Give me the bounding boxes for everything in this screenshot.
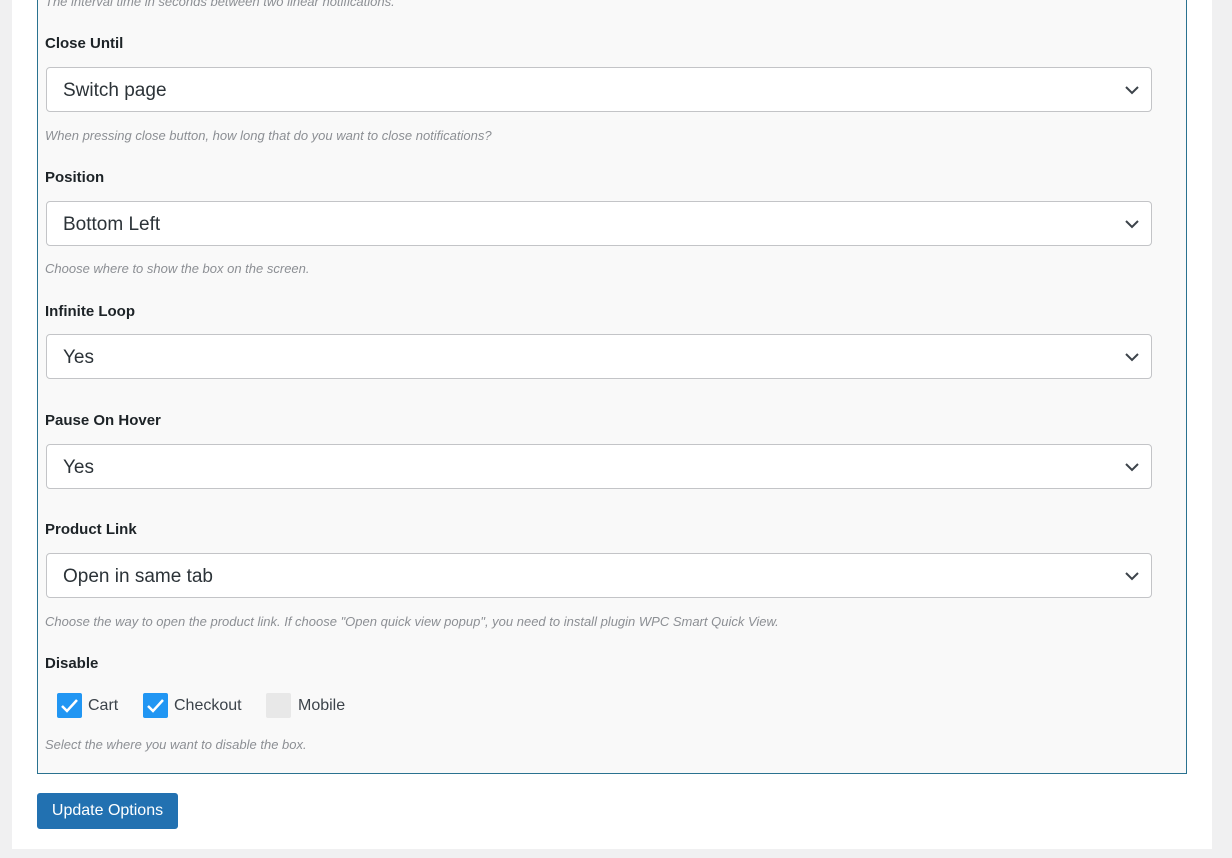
close-until-value: Switch page xyxy=(63,80,167,101)
pause-on-hover-value: Yes xyxy=(63,457,94,478)
checkmark-icon xyxy=(147,699,164,713)
mobile-checkbox-label[interactable]: Mobile xyxy=(298,697,345,715)
position-select[interactable]: Bottom Left xyxy=(46,201,1152,246)
checkmark-icon xyxy=(61,699,78,713)
chevron-down-icon xyxy=(1125,86,1139,95)
disable-label: Disable xyxy=(45,655,99,672)
position-value: Bottom Left xyxy=(63,214,161,235)
disable-description: Select the where you want to disable the… xyxy=(45,737,307,752)
chevron-down-icon xyxy=(1125,463,1139,472)
infinite-loop-value: Yes xyxy=(63,347,94,368)
product-link-label: Product Link xyxy=(45,521,137,538)
position-description: Choose where to show the box on the scre… xyxy=(45,261,310,276)
product-link-select[interactable]: Open in same tab xyxy=(46,553,1152,598)
close-until-description: When pressing close button, how long tha… xyxy=(45,128,492,143)
checkout-checkbox-label[interactable]: Checkout xyxy=(174,697,242,715)
close-until-select[interactable]: Switch page xyxy=(46,67,1152,112)
position-label: Position xyxy=(45,169,105,186)
update-options-button[interactable]: Update Options xyxy=(37,793,178,829)
infinite-loop-label: Infinite Loop xyxy=(45,303,135,320)
mobile-checkbox[interactable] xyxy=(266,693,291,718)
cart-checkbox[interactable] xyxy=(57,693,82,718)
options-panel xyxy=(37,0,1187,774)
product-link-value: Open in same tab xyxy=(63,566,213,587)
pause-on-hover-select[interactable]: Yes xyxy=(46,444,1152,489)
chevron-down-icon xyxy=(1125,220,1139,229)
pause-on-hover-label: Pause On Hover xyxy=(45,412,161,429)
chevron-down-icon xyxy=(1125,353,1139,362)
infinite-loop-select[interactable]: Yes xyxy=(46,334,1152,379)
cart-checkbox-label[interactable]: Cart xyxy=(88,697,118,715)
checkout-checkbox[interactable] xyxy=(143,693,168,718)
interval-description: The interval time in seconds between two… xyxy=(45,0,395,9)
chevron-down-icon xyxy=(1125,572,1139,581)
close-until-label: Close Until xyxy=(45,35,124,52)
product-link-description: Choose the way to open the product link.… xyxy=(45,614,779,629)
